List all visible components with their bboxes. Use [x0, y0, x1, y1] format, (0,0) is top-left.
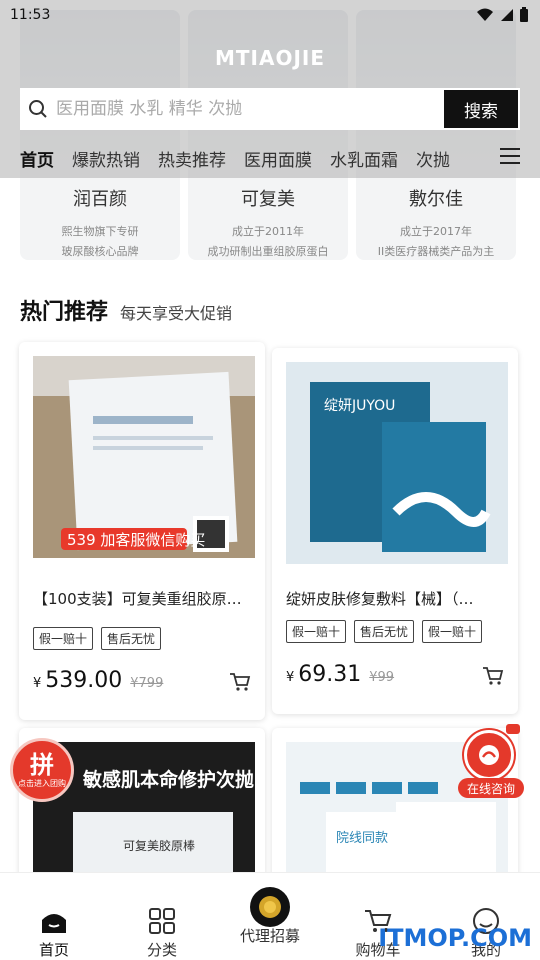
search-icon: [20, 99, 56, 119]
image-caption: 绽妍JUYOU: [324, 398, 395, 414]
nav-agent-recruit[interactable]: 代理招募: [220, 873, 320, 960]
brand-desc: 成立于2011年 成功研制出重组胶原蛋白: [188, 222, 348, 260]
price-currency: ¥: [286, 670, 295, 685]
nav-home[interactable]: 首页: [4, 873, 104, 960]
brand-desc-line: 成立于2011年: [232, 225, 304, 238]
image-caption-sub: 可复美胶原棒: [123, 838, 195, 853]
product-price: ¥ 539.00 ¥799: [33, 668, 163, 693]
section-title: 热门推荐 每天享受大促销: [20, 294, 232, 326]
search-input[interactable]: [56, 99, 444, 119]
product-tags: 假一赔十 售后无忧: [33, 627, 162, 650]
price-original: ¥799: [130, 676, 164, 691]
tab-lotion-cream[interactable]: 水乳面霜: [330, 146, 398, 171]
brand-desc-line: 成功研制出重组胶原蛋白: [207, 245, 329, 258]
product-tag: 售后无忧: [354, 620, 415, 643]
tab-medical-mask[interactable]: 医用面膜: [244, 146, 312, 171]
app-logo: MTIAOJIE: [214, 46, 325, 70]
menu-icon[interactable]: [500, 148, 520, 168]
add-to-cart-icon[interactable]: [482, 666, 504, 690]
status-time: 11:53: [10, 7, 51, 23]
search-button[interactable]: 搜索: [444, 90, 518, 128]
tab-ampoule[interactable]: 次抛: [416, 146, 450, 171]
product-name: 【100支装】可复美重组胶原蛋白: [33, 590, 251, 608]
price-value: 539.00: [45, 668, 123, 693]
watermark: ITMOP.COM: [378, 924, 532, 952]
product-tag: 假一赔十: [422, 620, 483, 643]
status-icons: [476, 7, 528, 22]
price-original: ¥99: [369, 670, 395, 685]
nav-label: 代理招募: [239, 927, 300, 945]
brand-name: 可复美: [241, 189, 295, 210]
product-tags: 假一赔十 售后无忧 假一赔十: [286, 620, 483, 643]
nav-label: 首页: [38, 941, 69, 959]
tab-hot-sale[interactable]: 爆款热销: [72, 146, 140, 171]
brand-name: 润百颜: [73, 189, 127, 210]
brand-desc: 熙生物旗下专研 玻尿酸核心品牌: [20, 222, 180, 260]
online-consult-button[interactable]: 在线咨询: [458, 724, 524, 800]
coin-icon: [249, 887, 291, 927]
chat-bubble-icon: [506, 724, 520, 734]
nav-category[interactable]: 分类: [112, 873, 212, 960]
headset-icon: [464, 730, 514, 780]
signal-icon: [501, 8, 513, 21]
product-tag: 假一赔十: [33, 627, 94, 650]
brand-desc-line: 玻尿酸核心品牌: [61, 245, 139, 258]
brand-desc-line: II类医疗器械类产品为主: [377, 245, 495, 258]
product-tag: 售后无忧: [101, 627, 162, 650]
section-heading: 热门推荐: [20, 300, 109, 325]
category-tabs: 首页 爆款热销 热卖推荐 医用面膜 水乳面霜 次抛: [20, 146, 480, 171]
brand-desc: 成立于2017年 II类医疗器械类产品为主: [356, 222, 516, 260]
tab-home[interactable]: 首页: [20, 146, 54, 171]
consult-label: 在线咨询: [458, 778, 524, 798]
product-card[interactable]: 539 加客服微信购买 【100支装】可复美重组胶原蛋白 假一赔十 售后无忧 ¥…: [19, 342, 265, 720]
product-tag: 假一赔十: [286, 620, 347, 643]
image-caption: 敏感肌本命修护次抛: [82, 768, 254, 791]
price-currency: ¥: [33, 676, 42, 691]
brand-desc-line: 熙生物旗下专研: [61, 225, 139, 238]
battery-icon: [520, 7, 528, 22]
tab-recommend[interactable]: 热卖推荐: [158, 146, 226, 171]
grid-icon: [149, 907, 175, 935]
search-bar: 搜索: [20, 88, 520, 130]
section-subheading: 每天享受大促销: [120, 304, 233, 323]
product-name: 绽妍皮肤修复敷料【械】（…: [286, 590, 474, 608]
wifi-icon: [477, 8, 493, 21]
nav-label: 分类: [146, 941, 177, 959]
product-image: 绽妍JUYOU: [286, 362, 508, 564]
product-image: 539 加客服微信购买: [33, 356, 255, 558]
status-bar: 11:53: [0, 0, 540, 32]
product-price: ¥ 69.31 ¥99: [286, 662, 394, 687]
image-caption: 539 加客服微信购买: [67, 531, 205, 549]
price-value: 69.31: [298, 662, 362, 687]
image-caption: 院线同款: [336, 831, 388, 846]
product-card[interactable]: 绽妍JUYOU 绽妍皮肤修复敷料【械】（… 假一赔十 售后无忧 假一赔十 ¥ 6…: [272, 348, 518, 714]
home-icon: [40, 907, 68, 935]
brand-desc-line: 成立于2017年: [400, 225, 472, 238]
group-buy-label: 拼: [30, 750, 54, 779]
group-buy-sublabel: 点击进入团购: [18, 778, 66, 788]
add-to-cart-icon[interactable]: [229, 672, 251, 696]
group-buy-badge[interactable]: 拼 点击进入团购: [10, 738, 74, 802]
brand-name: 敷尔佳: [409, 189, 463, 210]
